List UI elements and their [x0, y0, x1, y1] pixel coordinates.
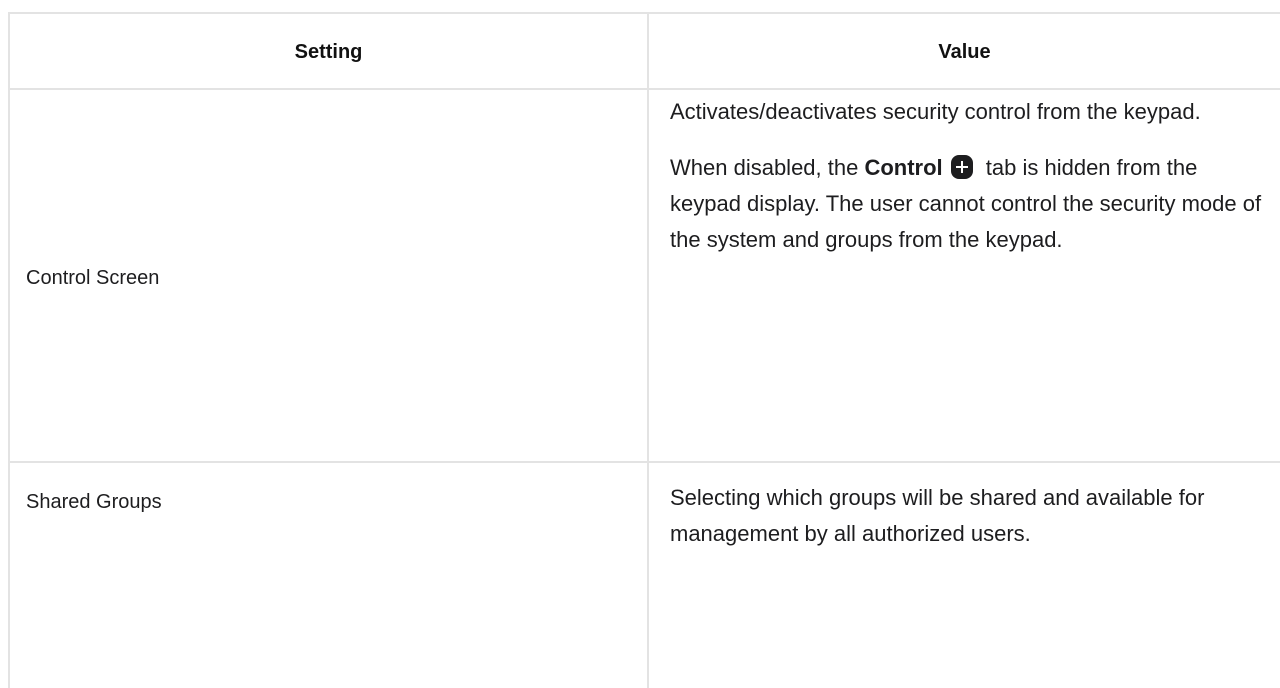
header-row-divider	[10, 88, 1280, 90]
control-screen-description: Activates/deactivates security control f…	[670, 99, 1201, 124]
disabled-note-prefix: When disabled, the	[670, 155, 865, 180]
column-divider	[647, 14, 649, 688]
row-control-screen-value: Activates/deactivates security control f…	[670, 94, 1270, 258]
control-screen-disabled-note: When disabled, the Control tab is hidden…	[670, 150, 1270, 258]
header-value: Value	[938, 40, 991, 63]
header-setting: Setting	[294, 40, 363, 63]
plus-icon	[950, 155, 973, 179]
control-tab-label: Control	[864, 155, 943, 180]
row-shared-groups-value: Selecting which groups will be shared an…	[670, 480, 1270, 552]
settings-table: Setting Value Control Screen Activates/d…	[8, 12, 1280, 688]
shared-groups-description: Selecting which groups will be shared an…	[670, 485, 1205, 546]
row-divider	[10, 461, 1280, 463]
row-control-screen-setting: Control Screen	[26, 267, 160, 289]
row-shared-groups-setting: Shared Groups	[26, 491, 162, 513]
